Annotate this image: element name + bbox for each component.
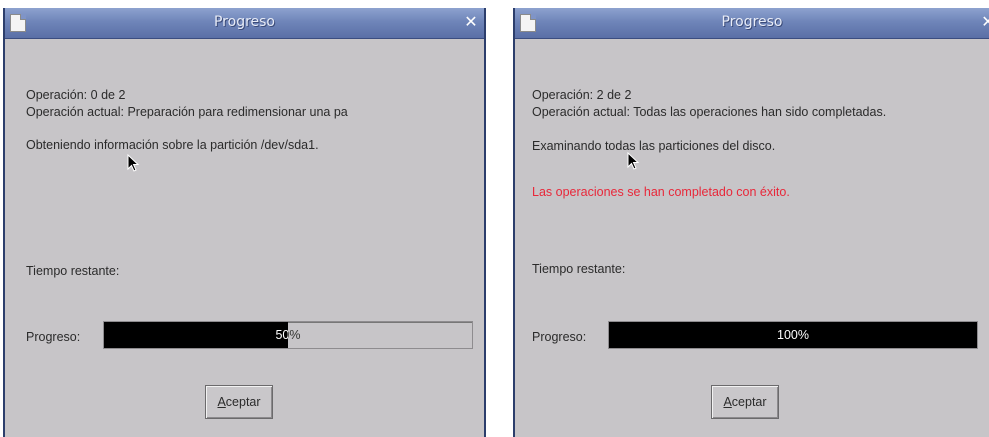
close-icon[interactable]: ✕ [462,13,480,31]
success-message: Las operaciones se han completado con éx… [532,185,790,199]
current-operation-value: Todas las operaciones han sido completad… [633,105,887,119]
accept-button[interactable]: Aceptar [205,385,273,419]
accept-button[interactable]: Aceptar [711,385,779,419]
dialog-title: Progreso [213,14,276,30]
accept-button-label: ceptar [225,395,261,409]
progress-dialog-pending: Progreso ✕ Operación: 0 de 2 Operación a… [3,8,486,437]
progress-bar: 50% [103,321,473,349]
progress-dialog-complete: Progreso ✕ Operación: 2 de 2 Operación a… [513,8,989,437]
status-text: Obteniendo información sobre la partició… [26,138,319,152]
mouse-pointer-icon [127,154,139,172]
progress-percent: 100% [777,328,809,342]
time-remaining-label: Tiempo restante: [26,264,120,278]
current-operation-label: Operación actual: [532,105,630,119]
time-remaining-label: Tiempo restante: [532,262,626,276]
operation-count: Operación: 2 de 2 [532,88,631,102]
accept-button-accelerator: A [723,395,732,409]
operation-value: 2 de 2 [596,88,632,102]
progress-percent: 50% [275,328,301,342]
mouse-pointer-icon [627,152,639,170]
operation-value: 0 de 2 [90,88,126,102]
title-bar[interactable]: Progreso ✕ [515,8,989,39]
accept-button-accelerator: A [217,395,226,409]
operation-label: Operación: [26,88,88,102]
status-text: Examinando todas las particiones del dis… [532,139,776,153]
accept-button-label: ceptar [731,395,767,409]
current-operation: Operación actual: Preparación para redim… [26,105,470,119]
current-operation-value: Preparación para redimensionar una pa [127,105,348,119]
dialog-body: Operación: 2 de 2 Operación actual: Toda… [515,38,989,437]
dialog-title: Progreso [721,14,783,30]
current-operation: Operación actual: Todas las operaciones … [532,105,988,119]
current-operation-label: Operación actual: [26,105,124,119]
progress-label: Progreso: [532,330,587,344]
operation-label: Operación: [532,88,594,102]
progress-label: Progreso: [26,330,81,344]
operation-count: Operación: 0 de 2 [26,88,125,102]
close-icon[interactable]: ✕ [979,13,989,31]
title-bar[interactable]: Progreso ✕ [5,8,484,39]
dialog-body: Operación: 0 de 2 Operación actual: Prep… [5,38,484,437]
progress-bar: 100% [608,321,978,349]
